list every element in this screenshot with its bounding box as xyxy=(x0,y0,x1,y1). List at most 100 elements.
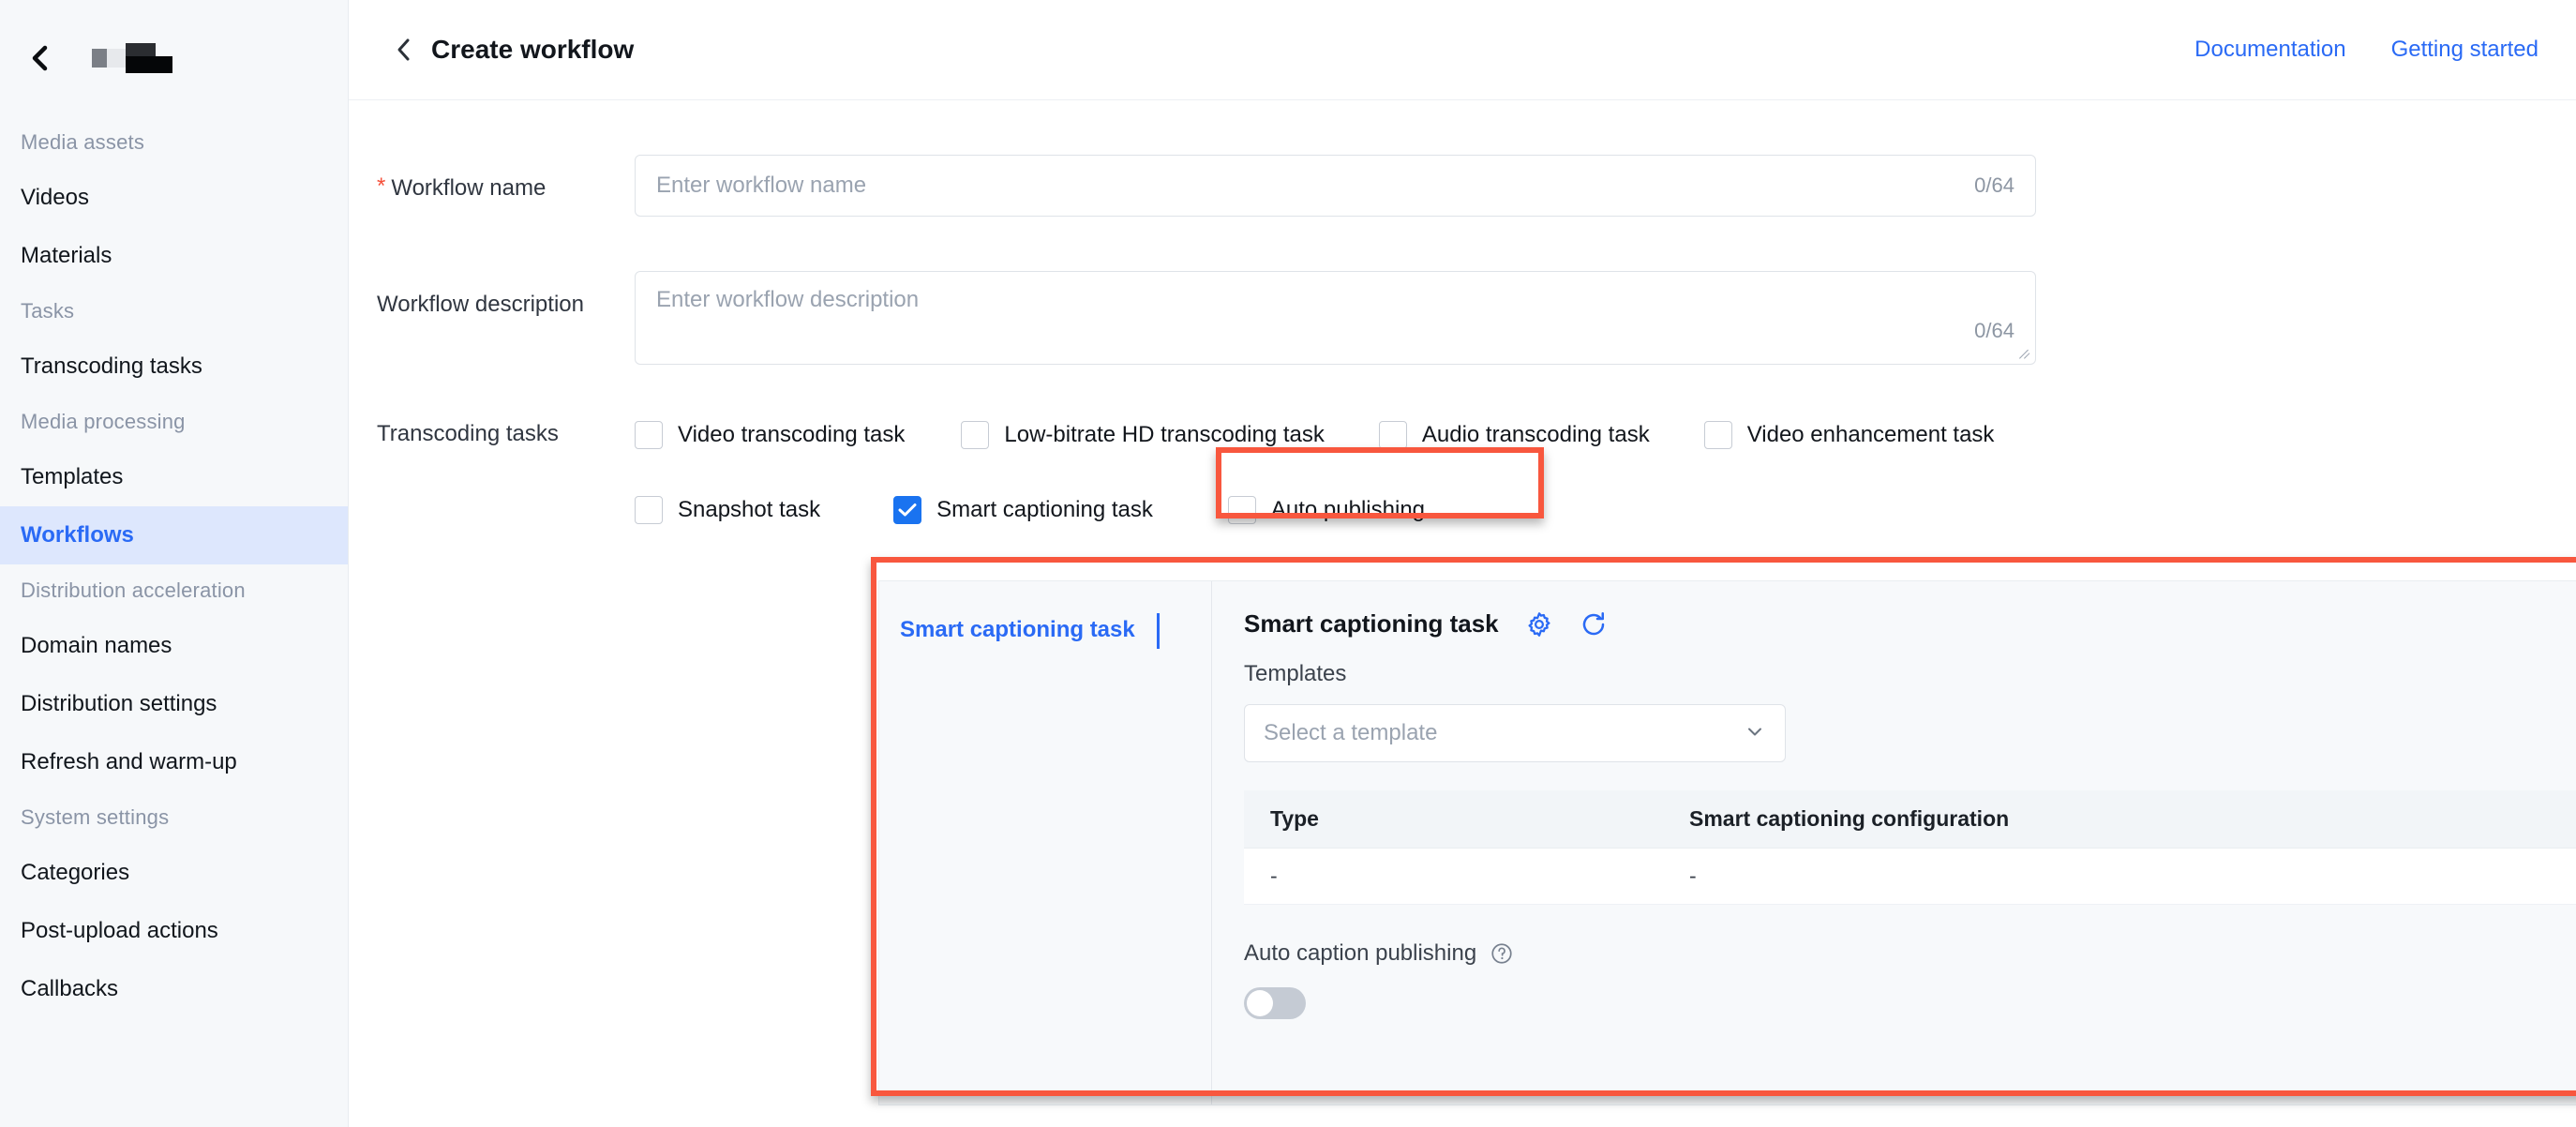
sidebar-item-label: Templates xyxy=(21,464,124,489)
chevron-left-icon xyxy=(397,38,410,61)
sidebar-section-media-processing: Media processing xyxy=(21,410,186,433)
table-header-type: Type xyxy=(1270,806,1319,831)
checkbox-box[interactable] xyxy=(893,496,922,524)
checkbox-low-bitrate-hd-transcoding-task[interactable]: Low-bitrate HD transcoding task xyxy=(961,421,1325,449)
checkbox-box[interactable] xyxy=(1378,421,1407,449)
sidebar-item-workflows[interactable]: Workflows xyxy=(0,506,348,564)
smart-captioning-table: Type Smart captioning configuration Acti… xyxy=(1244,790,2576,905)
transcoding-tasks-row-1: Video transcoding task Low-bitrate HD tr… xyxy=(635,415,2576,455)
template-select[interactable]: Select a template xyxy=(1244,704,1786,762)
transcoding-tasks-section: Transcoding tasks Video transcoding task… xyxy=(349,415,2576,530)
workflow-description-row: Workflow description Enter workflow desc… xyxy=(349,271,2576,365)
required-asterisk: * xyxy=(377,173,386,199)
checkbox-video-transcoding-task[interactable]: Video transcoding task xyxy=(635,421,905,449)
sidebar-item-templates[interactable]: Templates xyxy=(0,448,348,506)
checkbox-label: Smart captioning task xyxy=(936,497,1153,522)
panel-title: Smart captioning task xyxy=(1244,609,1499,638)
sidebar-section-media-assets: Media assets xyxy=(21,130,145,154)
workflow-name-placeholder: Enter workflow name xyxy=(656,173,867,198)
workflow-description-label: Workflow description xyxy=(349,271,635,318)
workflow-description-counter: 0/64 xyxy=(1974,319,2014,342)
getting-started-link[interactable]: Getting started xyxy=(2391,37,2539,63)
label-text: Workflow name xyxy=(391,175,547,201)
checkbox-box[interactable] xyxy=(1703,421,1732,449)
page-title: Create workflow xyxy=(431,35,635,64)
label-text: Workflow description xyxy=(377,292,584,317)
sidebar-item-materials[interactable]: Materials xyxy=(0,227,348,285)
workflow-name-row: * Workflow name Enter workflow name 0/64 xyxy=(349,155,2576,217)
panel-nav-label: Smart captioning task xyxy=(900,617,1135,642)
checkbox-label: Snapshot task xyxy=(678,497,821,522)
panel-settings-button[interactable] xyxy=(1525,610,1553,639)
toggle-knob xyxy=(1247,990,1273,1016)
documentation-link[interactable]: Documentation xyxy=(2194,37,2345,63)
transcoding-tasks-row-2: Snapshot task Smart captioning task Auto… xyxy=(635,490,2576,530)
panel-refresh-button[interactable] xyxy=(1580,610,1608,639)
sidebar-item-label: Distribution settings xyxy=(21,691,217,716)
checkbox-box[interactable] xyxy=(635,421,663,449)
checkbox-snapshot-task[interactable]: Snapshot task xyxy=(635,496,820,524)
workflow-name-field-wrap: Enter workflow name 0/64 xyxy=(635,155,2036,217)
smart-captioning-task-panel: Smart captioning task Smart captioning t… xyxy=(878,580,2576,1105)
workflow-name-input[interactable]: Enter workflow name 0/64 xyxy=(635,155,2036,217)
sidebar-item-label: Videos xyxy=(21,185,89,210)
sidebar-item-categories[interactable]: Categories xyxy=(0,844,348,902)
checkbox-auto-publishing[interactable]: Auto publishing xyxy=(1227,496,1426,524)
sidebar-item-videos[interactable]: Videos xyxy=(0,169,348,227)
table-header-configuration: Smart captioning configuration xyxy=(1689,806,2010,831)
sidebar-item-domain-names[interactable]: Domain names xyxy=(0,617,348,675)
transcoding-tasks-label: Transcoding tasks xyxy=(377,421,559,446)
textarea-resize-handle[interactable] xyxy=(2018,347,2031,360)
app-root: Media assets Videos Materials Tasks Tran… xyxy=(0,0,2576,1127)
sidebar-item-label: Domain names xyxy=(21,633,172,658)
table-row: - - - xyxy=(1244,849,2576,905)
page-topbar: Create workflow Documentation Getting st… xyxy=(349,0,2576,100)
refresh-icon xyxy=(1582,611,1604,635)
question-circle-icon[interactable] xyxy=(1490,941,1514,966)
sidebar-item-label: Materials xyxy=(21,243,112,268)
panel-title-row: Smart captioning task xyxy=(1244,609,2576,639)
templates-label: Templates xyxy=(1244,661,1347,686)
sidebar-item-label: Workflows xyxy=(21,522,134,548)
transcoding-tasks-options: Video transcoding task Low-bitrate HD tr… xyxy=(635,415,2576,530)
brand-logo-redacted xyxy=(92,43,172,73)
checkbox-box[interactable] xyxy=(1227,496,1256,524)
sidebar-item-distribution-settings[interactable]: Distribution settings xyxy=(0,675,348,733)
panel-nav-item-smart-captioning-task[interactable]: Smart captioning task xyxy=(879,609,1211,651)
page-back-button[interactable] xyxy=(388,34,420,66)
checkbox-box[interactable] xyxy=(635,496,663,524)
checkbox-smart-captioning-task[interactable]: Smart captioning task xyxy=(893,496,1153,524)
workflow-name-label: * Workflow name xyxy=(349,155,635,202)
workflow-description-field-wrap: Enter workflow description 0/64 xyxy=(635,271,2036,365)
auto-caption-publishing-toggle[interactable] xyxy=(1244,987,1306,1019)
workflow-description-textarea[interactable]: Enter workflow description 0/64 xyxy=(635,271,2036,365)
workflow-description-placeholder: Enter workflow description xyxy=(656,287,920,312)
sidebar-item-label: Refresh and warm-up xyxy=(21,749,237,774)
checkbox-audio-transcoding-task[interactable]: Audio transcoding task xyxy=(1378,421,1650,449)
sidebar-back-button[interactable] xyxy=(21,39,58,77)
logo-block-c xyxy=(126,43,156,56)
sidebar-header xyxy=(0,0,348,116)
checkbox-box[interactable] xyxy=(961,421,990,449)
checkbox-label: Auto publishing xyxy=(1270,497,1426,522)
sidebar-item-callbacks[interactable]: Callbacks xyxy=(0,960,348,1018)
workflow-name-counter: 0/64 xyxy=(1974,173,2014,197)
table-cell-type: - xyxy=(1270,864,1278,888)
table-cell-configuration: - xyxy=(1689,864,1697,888)
logo-block-b xyxy=(107,49,126,68)
sidebar-item-label: Post-upload actions xyxy=(21,918,218,943)
active-indicator-bar xyxy=(1157,613,1160,649)
sidebar-item-refresh-and-warm-up[interactable]: Refresh and warm-up xyxy=(0,733,348,791)
checkbox-video-enhancement-task[interactable]: Video enhancement task xyxy=(1703,421,1995,449)
checkbox-label: Audio transcoding task xyxy=(1421,422,1650,447)
sidebar-item-transcoding-tasks[interactable]: Transcoding tasks xyxy=(0,338,348,396)
sidebar-item-post-upload-actions[interactable]: Post-upload actions xyxy=(0,902,348,960)
topbar-links: Documentation Getting started xyxy=(2194,37,2539,63)
sidebar-item-label: Callbacks xyxy=(21,976,119,1001)
logo-block-d xyxy=(126,56,172,73)
sidebar-item-label: Transcoding tasks xyxy=(21,353,202,379)
logo-block-a xyxy=(92,49,107,68)
sidebar-section-system-settings: System settings xyxy=(21,805,170,829)
table-header-row: Type Smart captioning configuration Acti… xyxy=(1244,790,2576,849)
checkbox-label: Video enhancement task xyxy=(1746,422,1995,447)
